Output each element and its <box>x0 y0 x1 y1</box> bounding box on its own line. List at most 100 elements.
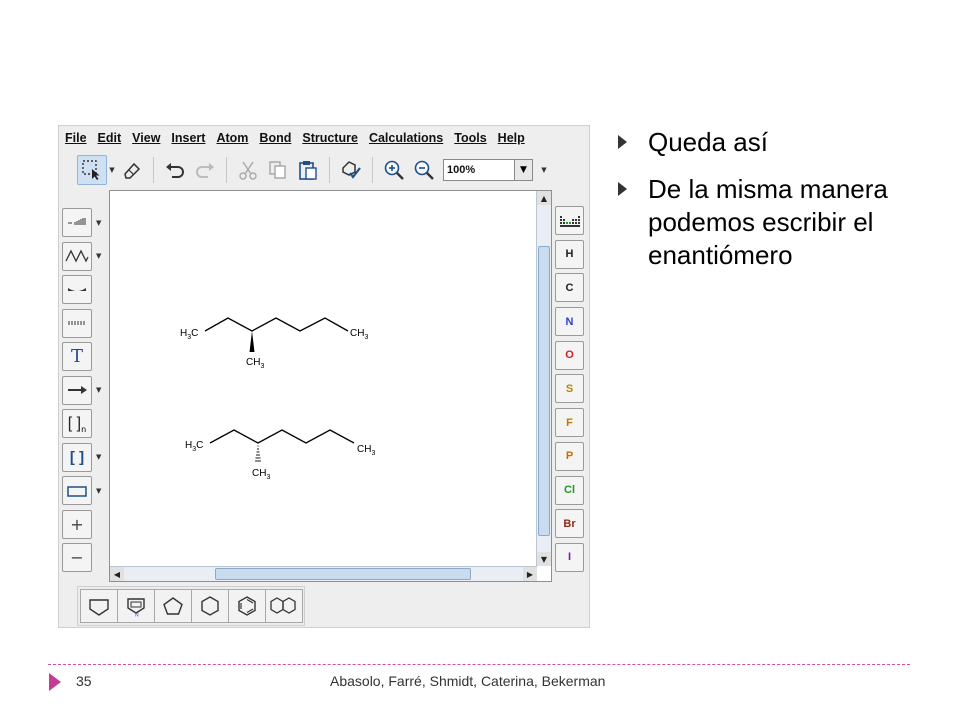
menu-bond[interactable]: Bond <box>259 131 291 145</box>
menu-bar: File Edit View Insert Atom Bond Structur… <box>59 126 589 150</box>
hashed-bond-button[interactable] <box>62 308 92 338</box>
horizontal-scrollbar[interactable]: ◀ ▶ <box>110 566 537 581</box>
repeat-bracket-label: [ ] <box>67 414 82 432</box>
toolbar-separator <box>226 157 227 183</box>
chain-icon <box>68 217 86 225</box>
element-button-o[interactable]: O <box>555 340 584 370</box>
footer-authors: Abasolo, Farré, Shmidt, Caterina, Bekerm… <box>330 673 606 689</box>
pentagon-icon <box>163 597 183 615</box>
scroll-down-icon[interactable]: ▼ <box>537 552 551 566</box>
wedge-bond <box>249 331 255 352</box>
scroll-left-icon[interactable]: ◀ <box>110 567 124 581</box>
ring-template-benzene[interactable] <box>228 589 266 623</box>
element-button-i[interactable]: I <box>555 542 584 572</box>
zoom-in-button[interactable] <box>379 155 409 185</box>
rectangle-shape-button[interactable] <box>62 476 92 506</box>
toolbar-overflow-arrow[interactable]: ▼ <box>539 166 549 174</box>
zoom-out-icon <box>414 160 434 180</box>
ring-template-generic[interactable] <box>80 589 118 623</box>
menu-edit[interactable]: Edit <box>98 131 122 145</box>
menu-insert[interactable]: Insert <box>171 131 205 145</box>
select-dropdown-arrow[interactable]: ▼ <box>107 166 117 174</box>
redo-icon <box>196 163 214 178</box>
bond-tool-button[interactable] <box>62 275 92 305</box>
redo-button[interactable] <box>190 155 220 185</box>
carbon-chain-bonds <box>204 317 349 332</box>
element-button-c[interactable]: C <box>555 273 584 303</box>
molecule-wedge[interactable]: H3C CH3 CH3 <box>180 317 368 370</box>
text-tool-label: T <box>70 346 83 368</box>
menu-help[interactable]: Help <box>498 131 525 145</box>
copy-button[interactable] <box>263 155 293 185</box>
menu-atom[interactable]: Atom <box>216 131 248 145</box>
atom-label-substituent: CH3 <box>246 357 264 370</box>
periodic-table-icon <box>559 215 580 227</box>
menu-view[interactable]: View <box>132 131 160 145</box>
ring-template-heterocycle[interactable]: N <box>117 589 155 623</box>
sgroup-bracket-label: [ ] <box>69 448 85 466</box>
clean-structure-button[interactable] <box>336 155 366 185</box>
menu-file[interactable]: File <box>65 131 87 145</box>
horizontal-scroll-thumb[interactable] <box>215 568 471 580</box>
vertical-scrollbar[interactable]: ▲ ▼ <box>536 191 551 566</box>
naphthalene-icon <box>270 597 296 614</box>
chevron-down-icon[interactable]: ▼ <box>96 487 101 495</box>
ring-template-pentagon[interactable] <box>154 589 192 623</box>
reaction-arrow-button[interactable] <box>62 375 92 405</box>
chevron-down-icon: ▼ <box>520 165 527 175</box>
element-button-br[interactable]: Br <box>555 509 584 539</box>
paste-button[interactable] <box>293 155 323 185</box>
atom-label-substituent: CH3 <box>252 468 270 481</box>
menu-calculations[interactable]: Calculations <box>369 131 443 145</box>
zoom-dropdown-button[interactable]: ▼ <box>515 159 533 181</box>
element-button-p[interactable]: P <box>555 441 584 471</box>
hashed-bond <box>255 445 261 462</box>
text-tool-button[interactable]: T <box>62 342 92 372</box>
toolbar-separator <box>153 157 154 183</box>
ring-template-toolbar: N <box>77 586 305 626</box>
repeating-unit-button[interactable]: [ ] n <box>62 409 92 439</box>
scroll-up-icon[interactable]: ▲ <box>537 191 551 205</box>
zoom-in-icon <box>384 160 404 180</box>
decrease-charge-button[interactable]: − <box>62 543 92 573</box>
chevron-down-icon[interactable]: ▼ <box>96 453 101 461</box>
element-button-cl[interactable]: Cl <box>555 475 584 505</box>
slide-page-number: 35 <box>76 673 92 689</box>
sgroup-bracket-button[interactable]: [ ] <box>62 442 92 472</box>
zoom-out-button[interactable] <box>409 155 439 185</box>
atom-label-right: CH3 <box>357 444 375 457</box>
element-button-f[interactable]: F <box>555 408 584 438</box>
periodic-table-button[interactable] <box>555 206 584 235</box>
eraser-icon <box>124 162 141 179</box>
molecule-hashed[interactable]: H3C CH3 CH3 <box>185 429 375 481</box>
footer-divider <box>48 664 910 665</box>
ring-template-hexagon[interactable] <box>191 589 229 623</box>
chevron-down-icon[interactable]: ▼ <box>96 386 101 394</box>
copy-icon <box>269 161 286 179</box>
vertical-scroll-thumb[interactable] <box>538 246 550 536</box>
menu-tools[interactable]: Tools <box>454 131 486 145</box>
drawing-canvas[interactable]: H3C CH3 CH3 H3C CH3 CH3 <box>110 191 537 566</box>
chain-tool-button[interactable] <box>62 208 92 238</box>
element-button-n[interactable]: N <box>555 307 584 337</box>
menu-structure[interactable]: Structure <box>302 131 358 145</box>
atom-label-left: H3C <box>180 328 198 341</box>
ring-template-naphthalene[interactable] <box>265 589 303 623</box>
bullet-item: Queda así <box>618 126 938 159</box>
toolbar-separator <box>372 157 373 183</box>
repeat-subscript: n <box>81 425 87 435</box>
chevron-down-icon[interactable]: ▼ <box>96 252 101 260</box>
toolbar-separator <box>329 157 330 183</box>
select-tool-button[interactable] <box>77 155 107 185</box>
bullet-arrow-icon <box>618 182 627 196</box>
chevron-down-icon[interactable]: ▼ <box>96 219 101 227</box>
zoom-level-field[interactable]: 100% <box>443 159 515 181</box>
element-button-s[interactable]: S <box>555 374 584 404</box>
increase-charge-button[interactable]: + <box>62 509 92 539</box>
scroll-right-icon[interactable]: ▶ <box>523 567 537 581</box>
erase-button[interactable] <box>117 155 147 185</box>
zigzag-chain-button[interactable] <box>62 241 92 271</box>
element-button-h[interactable]: H <box>555 239 584 269</box>
cut-button[interactable] <box>233 155 263 185</box>
undo-button[interactable] <box>160 155 190 185</box>
